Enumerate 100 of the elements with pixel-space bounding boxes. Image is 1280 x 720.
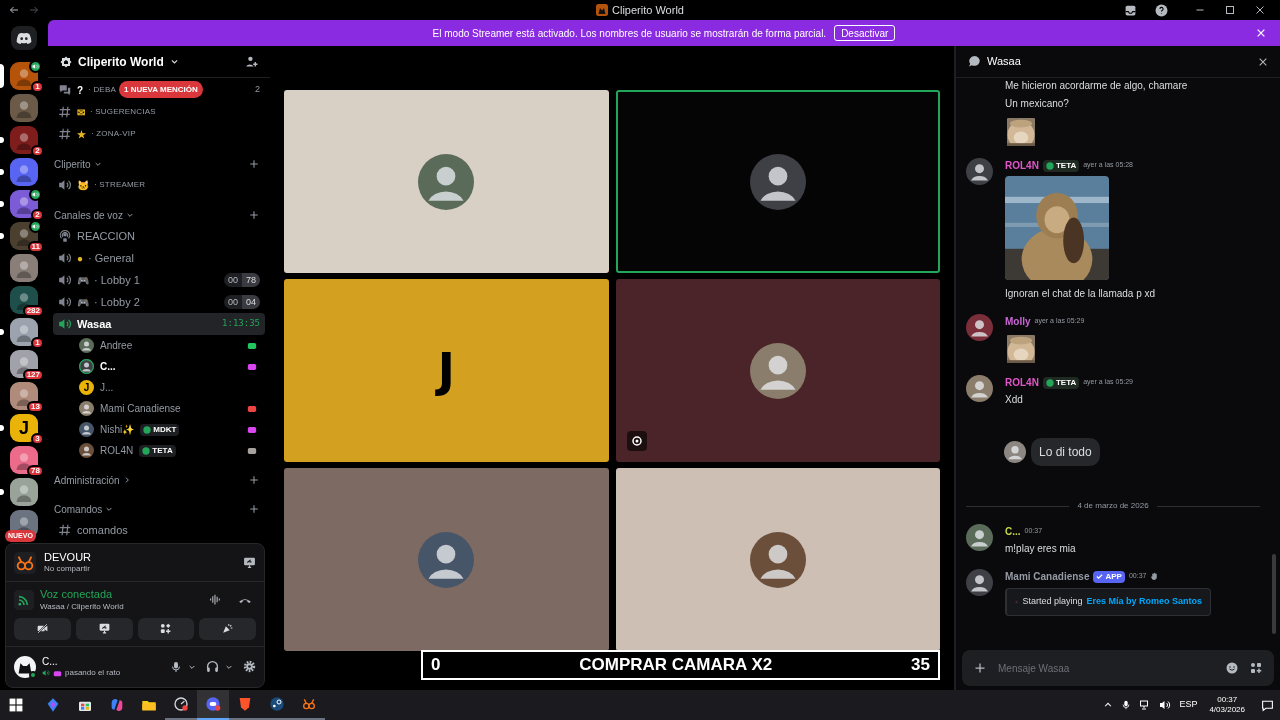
forum-icon <box>58 83 72 97</box>
message-text: Ignoran el chat de la llamada p xd <box>1005 287 1156 301</box>
volume-icon[interactable] <box>1159 699 1172 711</box>
song-link[interactable]: Eres Mía by Romeo Santos <box>1086 595 1202 609</box>
author-name[interactable]: ROL4N <box>1005 375 1039 390</box>
user-avatar <box>966 569 993 596</box>
voice-user[interactable]: J J... <box>53 377 265 398</box>
check-icon <box>1096 573 1104 580</box>
category-label[interactable]: Administración <box>54 472 120 488</box>
channel-item[interactable]: Wasaa 1:13:35 <box>53 313 265 335</box>
server-badge-icon <box>60 55 72 68</box>
assistant-icon <box>109 697 125 713</box>
chevron-up-icon[interactable] <box>1103 700 1114 710</box>
server-name[interactable]: Cliperito World <box>78 52 164 71</box>
server-icon[interactable] <box>10 446 38 474</box>
category-label[interactable]: Comandos <box>54 501 103 517</box>
taskbar-button[interactable] <box>197 690 229 720</box>
settings-icon[interactable] <box>243 660 256 674</box>
server-icon[interactable] <box>10 94 38 122</box>
add-icon[interactable] <box>249 475 259 485</box>
add-icon[interactable] <box>249 504 259 514</box>
voice-user[interactable]: Mami Canadiense <box>53 398 265 419</box>
activities-button[interactable] <box>137 617 195 640</box>
home-button[interactable] <box>11 26 37 50</box>
channel-item[interactable]: 🎮 · Lobby 2 00 04 <box>53 291 265 313</box>
screen-share-button[interactable] <box>75 617 133 640</box>
emoji-icon[interactable] <box>1226 662 1238 674</box>
channel-item[interactable]: ? · DEBA 1 NUEVA MENCIÓN 2 <box>53 79 265 101</box>
camera-off-button[interactable] <box>14 617 71 640</box>
custom-status: pasando el rato <box>65 668 121 679</box>
server-icon[interactable] <box>10 478 38 506</box>
channel-item[interactable]: ● · General <box>53 247 265 269</box>
author-name[interactable]: Molly <box>1005 314 1031 329</box>
notification-badge: 3 <box>31 433 44 445</box>
clock-time: 00:37 <box>1217 695 1238 705</box>
clock[interactable]: 00:37 4/03/2026 <box>1209 695 1245 715</box>
channel-emoji: ? <box>77 83 84 98</box>
author-name[interactable]: Mami Canadiense <box>1005 569 1090 584</box>
voice-user[interactable]: Nishi✨ MDKT <box>53 419 265 440</box>
maximize-icon[interactable] <box>1224 4 1236 16</box>
notification-icon[interactable] <box>1261 698 1274 712</box>
voice-user[interactable]: ROL4N TETA <box>53 440 265 461</box>
category-label[interactable]: Canales de voz <box>54 207 123 223</box>
language-indicator[interactable]: ESP <box>1179 698 1198 712</box>
add-icon[interactable] <box>249 159 259 169</box>
add-member-icon[interactable] <box>245 55 258 68</box>
message-input[interactable]: Mensaje Wasaa <box>962 650 1274 686</box>
participant-tile[interactable] <box>615 468 940 651</box>
author-name[interactable]: C... <box>1005 524 1021 539</box>
channel-item[interactable]: 🐱 · STREAMER <box>53 174 265 196</box>
channel-item[interactable]: 🎮 · Lobby 1 00 78 <box>53 269 265 291</box>
microphone-icon[interactable] <box>1121 700 1132 710</box>
participant-tile[interactable] <box>615 90 940 273</box>
channel-item[interactable]: ✉ · SUGERENCIAS <box>53 101 265 123</box>
windows-icon[interactable] <box>9 698 23 712</box>
user-avatar <box>966 158 993 185</box>
overlay-counter: 0 <box>431 654 441 677</box>
headphones-icon[interactable] <box>206 660 219 674</box>
participant-tile[interactable] <box>284 468 609 651</box>
message-text: Un mexicano? <box>1005 97 1070 111</box>
call-duration: 1:13:35 <box>222 317 260 331</box>
message-field[interactable]: Mensaje Wasaa <box>998 660 1214 676</box>
discord-icon <box>16 32 32 44</box>
server-icon[interactable] <box>10 382 38 410</box>
voice-user[interactable]: C... <box>53 356 265 377</box>
soundboard-button[interactable] <box>199 617 256 640</box>
participant-tile[interactable] <box>615 279 940 462</box>
screen-share-icon[interactable] <box>243 556 256 569</box>
role-tag: TETA <box>1042 159 1080 172</box>
channel-name: · SUGERENCIAS <box>90 106 156 118</box>
server-icon[interactable] <box>10 158 38 186</box>
close-icon[interactable] <box>1258 56 1268 67</box>
soundboard-icon <box>221 622 235 636</box>
back-arrow-icon[interactable] <box>8 4 20 16</box>
server-icon[interactable] <box>10 286 38 314</box>
help-icon[interactable] <box>1155 3 1168 17</box>
server-icon <box>596 4 609 16</box>
server-icon[interactable] <box>10 318 38 346</box>
channel-item[interactable]: comandos <box>53 519 265 541</box>
soundboard-waves-icon[interactable] <box>209 593 222 607</box>
close-icon[interactable] <box>1254 4 1266 16</box>
participant-tile[interactable] <box>284 90 609 273</box>
author-name[interactable]: ROL4N <box>1005 158 1039 173</box>
category-label[interactable]: Cliperito <box>54 156 91 172</box>
inbox-icon[interactable] <box>1124 3 1137 17</box>
mention-pill[interactable]: 1 NUEVA MENCIÓN <box>119 81 203 98</box>
channel-item[interactable]: ★ · ZONA-VIP <box>53 123 265 145</box>
microphone-icon[interactable] <box>170 660 182 673</box>
channel-name: · Lobby 2 <box>94 294 140 310</box>
channel-item[interactable]: REACCION <box>53 225 265 247</box>
notification-badge: 2 <box>31 209 44 221</box>
add-icon[interactable] <box>249 210 259 220</box>
user-count: 00 <box>223 273 242 287</box>
apps-icon[interactable] <box>1250 662 1262 674</box>
deactivate-button[interactable]: Desactivar <box>834 25 896 41</box>
server-icon[interactable] <box>10 350 38 378</box>
voice-user[interactable]: Andree <box>53 335 265 356</box>
user-avatar[interactable] <box>14 655 36 678</box>
participant-tile[interactable]: J <box>284 279 609 462</box>
server-icon[interactable] <box>10 254 38 282</box>
